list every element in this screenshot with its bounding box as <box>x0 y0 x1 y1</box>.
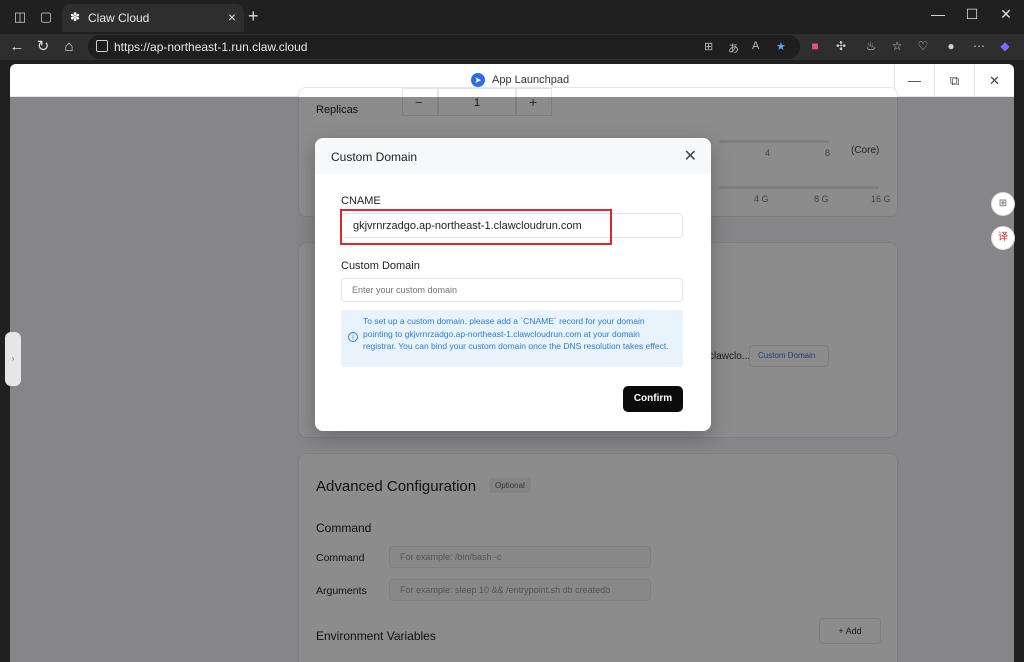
workspaces-icon[interactable]: ◫ <box>12 9 28 25</box>
new-tab-icon[interactable]: + <box>248 6 259 27</box>
info-icon: i <box>348 332 358 342</box>
close-icon[interactable]: ✕ <box>684 146 697 166</box>
custom-domain-input[interactable] <box>341 278 683 302</box>
favorites-icon[interactable]: ☆ <box>888 39 906 53</box>
custom-domain-modal: Custom Domain ✕ CNAME gkjvrnrzadgo.ap-no… <box>315 138 711 431</box>
copilot-icon[interactable]: ◆ <box>996 39 1014 53</box>
app-minimize-icon[interactable]: — <box>894 64 934 97</box>
close-tab-icon[interactable]: × <box>228 9 236 25</box>
favorite-star-icon[interactable]: ★ <box>776 40 786 53</box>
translate-icon[interactable]: あ <box>728 40 739 56</box>
modal-header: Custom Domain ✕ <box>315 138 711 174</box>
apps-float-icon[interactable]: ⊞ <box>991 192 1015 216</box>
url-text[interactable]: https://ap-northeast-1.run.claw.cloud <box>114 40 307 54</box>
back-icon[interactable]: ← <box>8 38 26 56</box>
sidebar-handle[interactable]: › <box>5 332 21 386</box>
cname-label: CNAME <box>341 195 381 207</box>
info-text: To set up a custom domain, please add a … <box>363 316 669 351</box>
cname-highlight-box <box>340 209 612 245</box>
confirm-button[interactable]: Confirm <box>623 386 683 412</box>
read-aloud-icon[interactable]: A <box>752 40 759 52</box>
profile-avatar-icon[interactable]: ● <box>942 39 960 53</box>
tab-actions-icon[interactable]: ▢ <box>38 9 54 25</box>
tab-title: Claw Cloud <box>88 11 150 25</box>
app-close-icon[interactable]: ✕ <box>974 64 1014 97</box>
extension-icon[interactable]: ■ <box>806 39 824 53</box>
browser-tab[interactable]: ✽ Claw Cloud × <box>62 4 244 32</box>
tab-strip: ◫ ▢ ✽ Claw Cloud × + — ☐ ✕ <box>0 0 1024 34</box>
extensions-puzzle-icon[interactable]: ✣ <box>832 39 850 53</box>
close-window-icon[interactable]: ✕ <box>986 6 1024 23</box>
custom-domain-label: Custom Domain <box>341 260 420 272</box>
more-options-icon[interactable]: ⋯ <box>970 39 988 53</box>
home-icon[interactable]: ⌂ <box>60 38 78 56</box>
info-alert: i To set up a custom domain, please add … <box>341 310 683 367</box>
browser-window: ◫ ▢ ✽ Claw Cloud × + — ☐ ✕ ← ↻ ⌂ https:/… <box>0 0 1024 662</box>
app-available-icon[interactable]: ⊞ <box>704 40 713 53</box>
address-bar-row: ← ↻ ⌂ https://ap-northeast-1.run.claw.cl… <box>0 34 1024 60</box>
modal-title: Custom Domain <box>331 150 418 164</box>
performance-icon[interactable]: ♨ <box>862 39 880 53</box>
app-title: App Launchpad <box>492 74 570 86</box>
address-bar[interactable]: https://ap-northeast-1.run.claw.cloud ⊞ … <box>88 35 800 59</box>
rocket-icon: ➤ <box>471 73 485 87</box>
app-restore-icon[interactable]: ⧉ <box>934 64 974 97</box>
lock-icon[interactable] <box>96 40 108 52</box>
refresh-icon[interactable]: ↻ <box>34 38 52 56</box>
browser-essentials-icon[interactable]: ♡ <box>914 39 932 53</box>
translate-float-icon[interactable]: 译 <box>991 226 1015 250</box>
paw-icon: ✽ <box>70 10 81 24</box>
